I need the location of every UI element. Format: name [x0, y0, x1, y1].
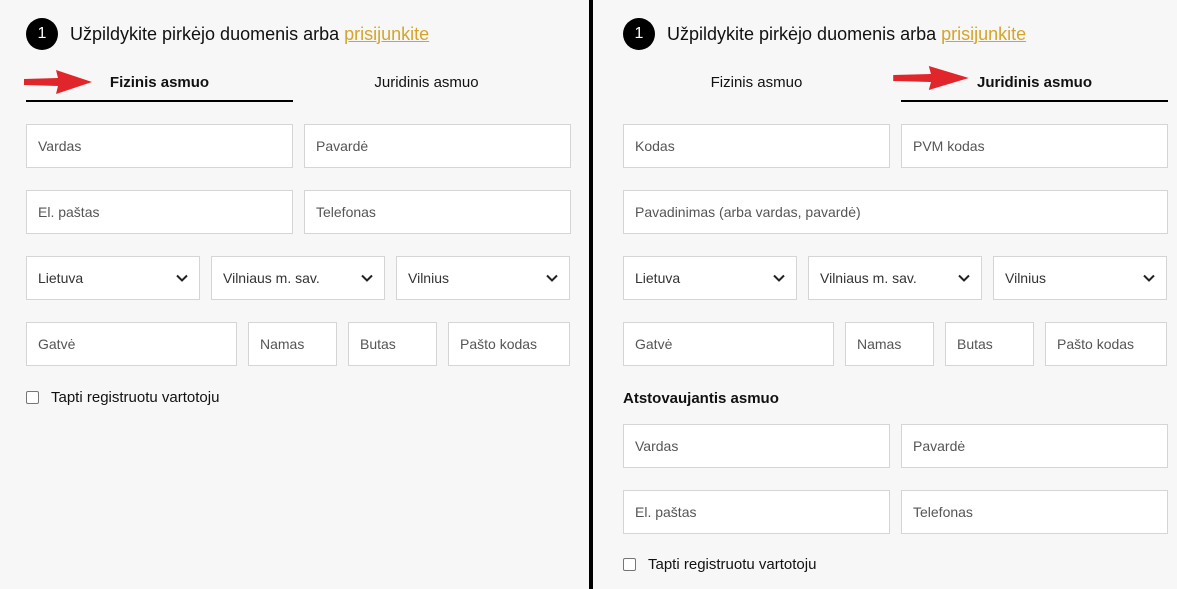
panel-divider: [589, 0, 593, 589]
representative-phone-input[interactable]: Telefonas: [901, 490, 1168, 534]
country-select[interactable]: Lietuva: [26, 256, 200, 300]
buyer-type-tabs: Fizinis asmuo Juridinis asmuo: [26, 65, 560, 102]
chevron-down-icon: [1143, 274, 1155, 282]
chevron-down-icon: [773, 274, 785, 282]
tab-legal-entity[interactable]: Juridinis asmuo: [293, 65, 560, 102]
municipality-select[interactable]: Vilniaus m. sav.: [211, 256, 385, 300]
street-input[interactable]: Gatvė: [623, 322, 834, 366]
vat-code-input[interactable]: PVM kodas: [901, 124, 1168, 168]
step-number-badge: 1: [26, 18, 58, 50]
form-heading: 1 Užpildykite pirkėjo duomenis arba pris…: [26, 18, 429, 50]
chevron-down-icon: [361, 274, 373, 282]
city-select[interactable]: Vilnius: [396, 256, 570, 300]
red-arrow-icon: [893, 66, 969, 90]
municipality-select-value: Vilniaus m. sav.: [820, 270, 917, 286]
register-checkbox-row[interactable]: Tapti registruotu vartotoju: [623, 556, 816, 573]
house-number-input[interactable]: Namas: [248, 322, 337, 366]
chevron-down-icon: [958, 274, 970, 282]
chevron-down-icon: [176, 274, 188, 282]
apartment-input[interactable]: Butas: [945, 322, 1034, 366]
country-select[interactable]: Lietuva: [623, 256, 797, 300]
street-input[interactable]: Gatvė: [26, 322, 237, 366]
register-checkbox-label: Tapti registruotu vartotoju: [51, 389, 220, 406]
form-heading: 1 Užpildykite pirkėjo duomenis arba pris…: [623, 18, 1026, 50]
postal-code-input[interactable]: Pašto kodas: [1045, 322, 1167, 366]
company-name-input[interactable]: Pavadinimas (arba vardas, pavardė): [623, 190, 1168, 234]
representative-first-name-input[interactable]: Vardas: [623, 424, 890, 468]
heading-text: Užpildykite pirkėjo duomenis arba: [667, 23, 937, 44]
register-checkbox[interactable]: [623, 558, 636, 571]
register-checkbox-row[interactable]: Tapti registruotu vartotoju: [26, 389, 219, 406]
register-checkbox[interactable]: [26, 391, 39, 404]
private-person-form-panel: 1 Užpildykite pirkėjo duomenis arba pris…: [0, 0, 590, 589]
municipality-select[interactable]: Vilniaus m. sav.: [808, 256, 982, 300]
postal-code-input[interactable]: Pašto kodas: [448, 322, 570, 366]
login-link[interactable]: prisijunkite: [941, 24, 1026, 45]
city-select-value: Vilnius: [1005, 270, 1046, 286]
heading-text: Užpildykite pirkėjo duomenis arba: [70, 23, 340, 44]
country-select-value: Lietuva: [635, 270, 681, 286]
company-code-input[interactable]: Kodas: [623, 124, 890, 168]
first-name-input[interactable]: Vardas: [26, 124, 293, 168]
tab-private-person[interactable]: Fizinis asmuo: [623, 65, 890, 102]
register-checkbox-label: Tapti registruotu vartotoju: [648, 556, 817, 573]
login-link[interactable]: prisijunkite: [344, 24, 429, 45]
phone-input[interactable]: Telefonas: [304, 190, 571, 234]
representative-email-input[interactable]: El. paštas: [623, 490, 890, 534]
representative-section-title: Atstovaujantis asmuo: [623, 390, 779, 407]
country-select-value: Lietuva: [38, 270, 84, 286]
apartment-input[interactable]: Butas: [348, 322, 437, 366]
municipality-select-value: Vilniaus m. sav.: [223, 270, 320, 286]
city-select-value: Vilnius: [408, 270, 449, 286]
legal-entity-form-panel: 1 Užpildykite pirkėjo duomenis arba pris…: [594, 0, 1177, 589]
last-name-input[interactable]: Pavardė: [304, 124, 571, 168]
step-number-badge: 1: [623, 18, 655, 50]
house-number-input[interactable]: Namas: [845, 322, 934, 366]
chevron-down-icon: [546, 274, 558, 282]
red-arrow-icon: [24, 70, 92, 94]
representative-last-name-input[interactable]: Pavardė: [901, 424, 1168, 468]
email-input[interactable]: El. paštas: [26, 190, 293, 234]
city-select[interactable]: Vilnius: [993, 256, 1167, 300]
